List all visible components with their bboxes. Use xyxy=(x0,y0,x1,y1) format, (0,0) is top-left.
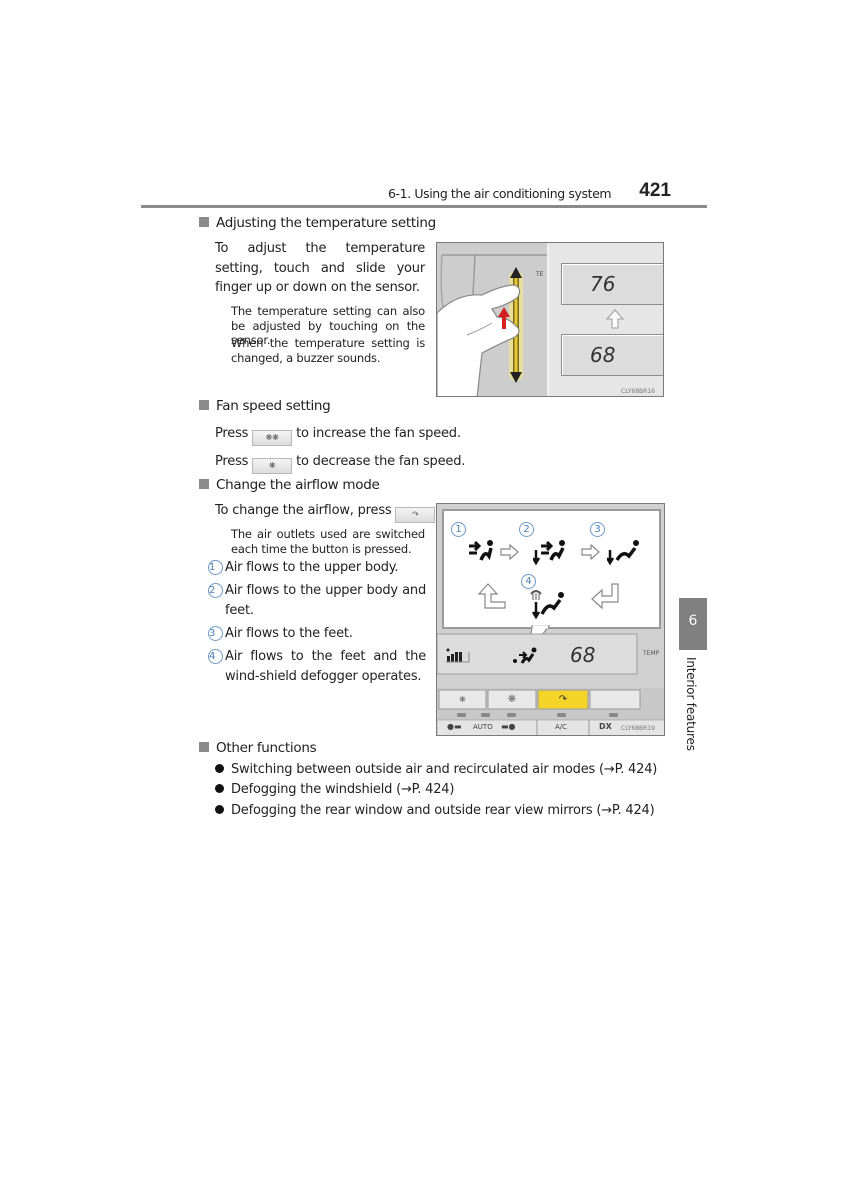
temperature-note-2: When the temperature setting is changed,… xyxy=(231,336,425,365)
airflow-mode-button[interactable]: ↷ xyxy=(395,507,436,523)
ac-panel-button[interactable]: A/C xyxy=(555,723,567,731)
airflow-mode-figure: 1 2 3 4 68 TEMP ❋ ❋ ↷ ●▬ AUTO ▬● A/C DX … xyxy=(436,503,665,736)
fan-increase-line: Press ❋❋ to increase the fan speed. xyxy=(215,424,461,446)
mode-number-2: 2 xyxy=(519,522,534,537)
arrow-down-left-return-icon xyxy=(590,582,620,614)
item-text: Switching between outside air and recirc… xyxy=(231,762,658,777)
figure-code: CLY68BR16 xyxy=(621,388,655,395)
item-text: Air flows to the upper body and feet. xyxy=(225,583,426,618)
other-function-item[interactable]: Switching between outside air and recirc… xyxy=(215,762,657,777)
section-square-icon xyxy=(199,400,209,410)
fan-low-panel-button[interactable]: ❋ xyxy=(439,690,486,709)
bullet-icon xyxy=(215,784,224,793)
instruction-text: to increase the fan speed. xyxy=(296,426,461,441)
upper-body-and-feet-airflow-icon xyxy=(531,538,567,572)
arrow-right-icon xyxy=(500,543,520,564)
temperature-body: To adjust the temperature setting, touch… xyxy=(215,241,425,295)
temperature-sensor-figure: TE 76 68 CLY68BR16 xyxy=(436,242,664,397)
temp-label: TEMP xyxy=(643,650,660,657)
fan-high-button[interactable]: ❋❋ xyxy=(252,430,293,446)
press-text: Press xyxy=(215,454,249,469)
airflow-note: The air outlets used are switched each t… xyxy=(231,527,425,556)
up-arrow-icon xyxy=(605,309,625,333)
arrow-right-icon xyxy=(581,543,601,564)
fan-high-panel-button[interactable]: ❋ xyxy=(488,690,536,709)
temp-display-after: 68 xyxy=(561,334,663,376)
dual-panel-button[interactable]: DX xyxy=(599,722,612,731)
airflow-item-3: 3 Air flows to the feet. xyxy=(208,624,426,644)
airflow-item-1: 1 Air flows to the upper body. xyxy=(208,558,426,578)
heading-other-functions: Other functions xyxy=(199,740,317,756)
feet-and-defogger-airflow-icon xyxy=(529,586,567,626)
heading-text: Other functions xyxy=(216,740,317,756)
item-text: Air flows to the feet. xyxy=(225,626,353,641)
number-circle-1: 1 xyxy=(208,560,223,575)
blank-panel-button[interactable] xyxy=(590,690,640,709)
heading-text: Fan speed setting xyxy=(216,398,331,414)
section-square-icon xyxy=(199,742,209,752)
other-function-item[interactable]: Defogging the windshield (→P. 424) xyxy=(215,782,454,797)
page-header: 6-1. Using the air conditioning system 4… xyxy=(141,180,707,208)
heading-temperature: Adjusting the temperature setting xyxy=(199,215,436,231)
bullet-icon xyxy=(215,764,224,773)
header-rule xyxy=(141,205,707,208)
console-panel: TE xyxy=(437,243,547,396)
heading-fan-speed: Fan speed setting xyxy=(199,398,331,414)
other-function-item[interactable]: Defogging the rear window and outside re… xyxy=(215,803,655,818)
outside-air-panel-button[interactable]: ●▬ xyxy=(447,722,462,731)
upper-body-airflow-icon xyxy=(467,538,495,568)
chapter-number: 6 xyxy=(688,613,698,629)
fan-decrease-line: Press ❋ to decrease the fan speed. xyxy=(215,452,465,474)
fan-low-icon: ❋ xyxy=(268,461,276,470)
instruction-text: to decrease the fan speed. xyxy=(296,454,466,469)
bullet-icon xyxy=(215,805,224,814)
current-airflow-mode-icon xyxy=(512,647,538,669)
airflow-body: To change the airflow, press ↷. xyxy=(215,501,440,523)
airflow-item-2: 2 Air flows to the upper body and feet. xyxy=(208,581,426,620)
feet-airflow-icon xyxy=(605,538,641,572)
mode-number-3: 3 xyxy=(590,522,605,537)
number-circle-2: 2 xyxy=(208,583,223,598)
airflow-temp-display: 68 xyxy=(570,643,596,667)
recirculate-panel-button[interactable]: ▬● xyxy=(501,722,516,731)
instruction-text: To change the airflow, press xyxy=(215,503,392,518)
airflow-mode-panel-button-active[interactable]: ↷ xyxy=(538,690,588,709)
heading-text: Change the airflow mode xyxy=(216,477,380,493)
finger-slide-illustration xyxy=(437,243,547,396)
section-title: 6-1. Using the air conditioning system xyxy=(388,186,612,201)
auto-panel-button[interactable]: AUTO xyxy=(473,723,493,731)
item-text: Defogging the rear window and outside re… xyxy=(231,803,655,818)
sensor-label: TE xyxy=(536,271,544,278)
mode-number-1: 1 xyxy=(451,522,466,537)
arrow-up-return-icon xyxy=(477,582,507,614)
number-circle-3: 3 xyxy=(208,626,223,641)
number-circle-4: 4 xyxy=(208,649,223,664)
item-text: Defogging the windshield (→P. 424) xyxy=(231,782,455,797)
section-square-icon xyxy=(199,217,209,227)
section-square-icon xyxy=(199,479,209,489)
fan-high-icon: ❋❋ xyxy=(265,433,279,442)
airflow-item-4: 4 Air flows to the feet and the wind-shi… xyxy=(208,647,426,686)
item-text: Air flows to the feet and the wind-shiel… xyxy=(225,649,426,684)
press-text: Press xyxy=(215,426,249,441)
item-text: Air flows to the upper body. xyxy=(225,560,399,575)
figure-code: CLY68BR19 xyxy=(621,725,655,732)
chapter-tab[interactable]: 6 xyxy=(679,598,707,650)
temp-display-before: 76 xyxy=(561,263,663,305)
airflow-mode-icon: ↷ xyxy=(412,510,419,519)
page-number: 421 xyxy=(639,180,671,201)
heading-airflow-mode: Change the airflow mode xyxy=(199,477,380,493)
fan-level-indicator-icon xyxy=(445,647,471,667)
display-panel: 76 68 CLY68BR16 xyxy=(547,243,663,396)
heading-text: Adjusting the temperature setting xyxy=(216,215,436,231)
fan-low-button[interactable]: ❋ xyxy=(252,458,293,474)
chapter-title: Interior features xyxy=(684,657,698,751)
